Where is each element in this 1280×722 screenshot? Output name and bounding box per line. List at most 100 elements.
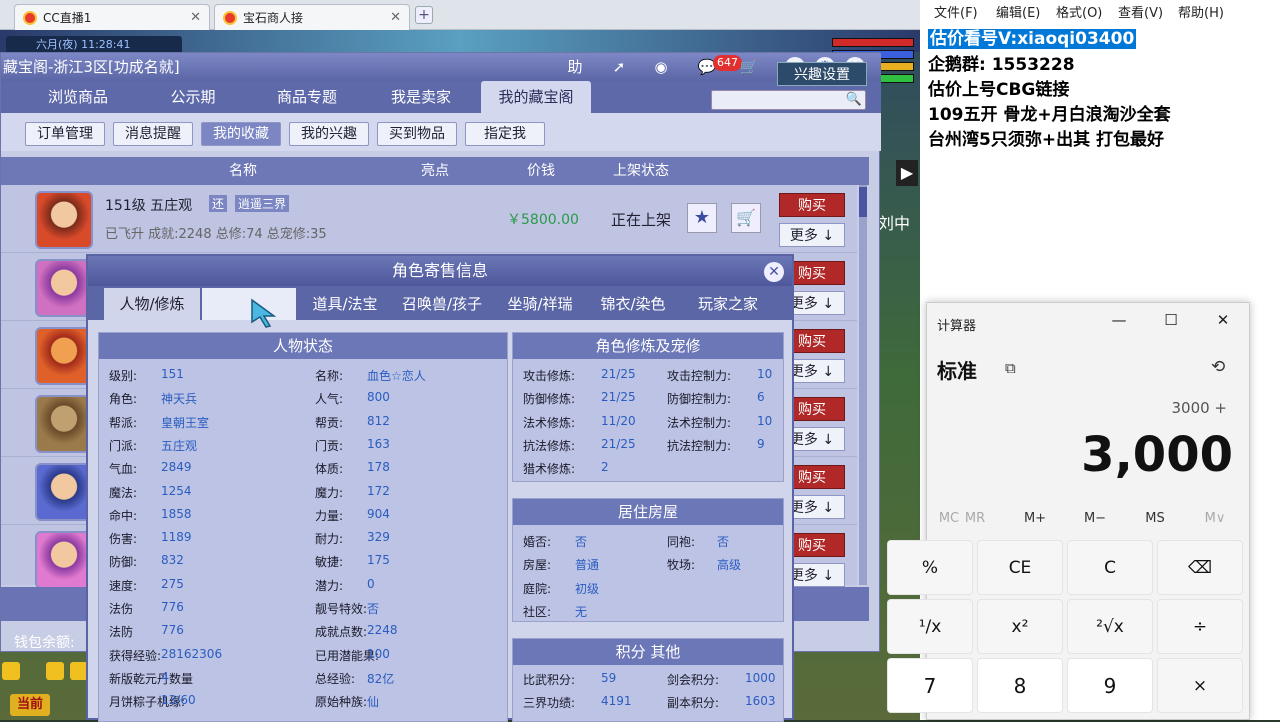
stat-value: 10 xyxy=(757,367,773,381)
stat-value: 4 xyxy=(161,669,169,684)
my-favorites-button[interactable]: 我的收藏 xyxy=(201,122,281,146)
square-button[interactable]: x² xyxy=(977,599,1063,654)
digit-9-button[interactable]: 9 xyxy=(1067,658,1153,713)
keep-on-top-icon[interactable]: ⧉ xyxy=(1005,359,1016,377)
tab-my-pavilion[interactable]: 我的藏宝阁 xyxy=(481,81,591,113)
stat-row: 帮派: 皇朝王室 xyxy=(109,414,209,431)
browser-tab-cc-live[interactable]: CC直播1 ✕ xyxy=(14,4,210,30)
percent-button[interactable]: % xyxy=(887,540,973,595)
search-icon[interactable]: 🔍 xyxy=(846,92,862,107)
tab-costume[interactable]: 锦衣/染色 xyxy=(590,288,676,320)
close-icon[interactable]: ✕ xyxy=(190,10,201,25)
stat-label: 伤害: xyxy=(109,532,138,547)
stat-label: 攻击控制力: xyxy=(667,369,732,383)
buy-button[interactable]: 购买 xyxy=(779,193,845,217)
play-arrow-icon[interactable]: ▶ xyxy=(896,160,918,186)
notepad-line[interactable]: 109五开 骨龙+月白浪淘沙全套 xyxy=(928,100,1171,125)
share-icon[interactable]: ➚ xyxy=(607,56,631,78)
reciprocal-button[interactable]: ¹/x xyxy=(887,599,973,654)
arrow-left-icon[interactable] xyxy=(2,662,20,680)
tab-items[interactable]: 道具/法宝 xyxy=(302,288,388,320)
order-manage-button[interactable]: 订单管理 xyxy=(25,122,105,146)
browser-tab-gem-merchant[interactable]: 宝石商人接 ✕ xyxy=(214,4,410,30)
tab-summons[interactable]: 召唤兽/孩子 xyxy=(394,288,490,320)
interest-settings-button[interactable]: 兴趣设置 xyxy=(777,62,867,86)
stat-value: 28162306 xyxy=(161,646,223,661)
notepad-line-selected[interactable]: 估价看号V:xiaoqi03400 xyxy=(928,29,1137,49)
tab-character[interactable]: 人物/修炼 xyxy=(104,288,200,320)
backspace-button[interactable]: ⌫ xyxy=(1157,540,1243,595)
memory-add-button[interactable]: M+ xyxy=(1005,511,1065,526)
memory-list-button[interactable]: M∨ xyxy=(1185,511,1245,526)
star-icon[interactable]: ★ xyxy=(687,203,717,233)
memory-subtract-button[interactable]: M− xyxy=(1065,511,1125,526)
menu-file[interactable]: 文件(F) xyxy=(934,2,978,21)
stat-value: 0 xyxy=(367,576,375,591)
stat-label: 防御修炼: xyxy=(523,392,576,407)
list-scrollbar[interactable] xyxy=(859,185,867,585)
stat-value: 178 xyxy=(367,460,390,475)
memory-recall-button[interactable]: MR xyxy=(945,511,1005,526)
stat-label: 靓号特效: xyxy=(315,602,368,616)
column-name: 名称 xyxy=(229,163,257,179)
current-channel-button[interactable]: 当前 xyxy=(10,694,50,716)
my-interest-button[interactable]: 我的兴趣 xyxy=(289,122,369,146)
menu-view[interactable]: 查看(V) xyxy=(1118,2,1163,21)
scrollbar-thumb[interactable] xyxy=(859,187,867,217)
notepad-line[interactable]: 估价看号V:xiaoqi03400 xyxy=(928,24,1137,49)
square-root-button[interactable]: ²√x xyxy=(1067,599,1153,654)
stop-icon[interactable]: ◉ xyxy=(649,56,673,78)
stat-row: 魔力: 172 xyxy=(315,484,390,501)
stat-label: 防御控制力: xyxy=(667,392,732,407)
stat-row: 名称: 血色☆恋人 xyxy=(315,367,426,384)
clear-entry-button[interactable]: CE xyxy=(977,540,1063,595)
cart-icon[interactable]: 🛒 xyxy=(737,56,761,78)
tab-publicity[interactable]: 公示期 xyxy=(143,81,243,113)
menu-edit[interactable]: 编辑(E) xyxy=(996,2,1040,21)
notepad-line[interactable]: 企鹅群: 1553228 xyxy=(928,50,1075,75)
message-remind-button[interactable]: 消息提醒 xyxy=(113,122,193,146)
cart-icon[interactable]: 🛒 xyxy=(731,203,761,233)
menu-format[interactable]: 格式(O) xyxy=(1056,2,1102,21)
clear-button[interactable]: C xyxy=(1067,540,1153,595)
bought-items-button[interactable]: 买到物品 xyxy=(377,122,457,146)
arrow-up-icon[interactable] xyxy=(46,662,64,680)
tab-player-home[interactable]: 玩家之家 xyxy=(680,288,776,320)
stat-label: 速度: xyxy=(109,578,138,593)
close-icon[interactable]: ✕ xyxy=(1203,311,1243,329)
stat-value: 776 xyxy=(161,600,184,614)
divide-button[interactable]: ÷ xyxy=(1157,599,1243,654)
tab-seller[interactable]: 我是卖家 xyxy=(369,81,473,113)
digit-7-button[interactable]: 7 xyxy=(887,658,973,713)
list-item[interactable]: 151级 五庄观 还 逍遥三界 已飞升 成就:2248 总修:74 总宠修:35… xyxy=(1,185,857,253)
notepad-line[interactable]: 估价上号CBG链接 xyxy=(928,75,1069,100)
more-button[interactable]: 更多 ↓ xyxy=(779,223,845,247)
item-tag: 还 xyxy=(209,195,228,212)
new-tab-button[interactable]: + xyxy=(415,6,433,24)
stat-label: 角色: xyxy=(109,392,138,407)
search-input[interactable]: 🔍 xyxy=(711,90,866,110)
tab-blank[interactable] xyxy=(202,288,296,320)
history-icon[interactable]: ⟲ xyxy=(1211,357,1225,377)
tab-topics[interactable]: 商品专题 xyxy=(255,81,359,113)
menu-help[interactable]: 帮助(H) xyxy=(1178,2,1224,21)
close-icon[interactable]: ✕ xyxy=(764,262,784,282)
stat-value: 21/25 xyxy=(601,367,636,381)
stat-value: 812 xyxy=(367,413,390,428)
tab-mounts[interactable]: 坐骑/祥瑞 xyxy=(492,288,588,320)
stat-value: 无 xyxy=(575,604,588,619)
notepad-line[interactable]: 台州湾5只须弥+出其 打包最好 xyxy=(928,125,1164,150)
avatar xyxy=(35,395,93,453)
multiply-button[interactable]: × xyxy=(1157,658,1243,713)
help-button[interactable]: 助 xyxy=(563,56,587,78)
minimize-icon[interactable]: — xyxy=(1099,311,1139,329)
memory-store-button[interactable]: MS xyxy=(1125,511,1185,526)
maximize-icon[interactable]: ☐ xyxy=(1151,311,1191,329)
tab-browse[interactable]: 浏览商品 xyxy=(23,81,133,113)
digit-8-button[interactable]: 8 xyxy=(977,658,1063,713)
stat-row: 庭院: 初级 xyxy=(523,580,599,597)
assigned-me-button[interactable]: 指定我 xyxy=(465,122,545,146)
stat-row: 防御控制力: 6 xyxy=(667,390,765,407)
stat-row: 总经验: 82亿 xyxy=(315,670,394,687)
close-icon[interactable]: ✕ xyxy=(390,10,401,25)
